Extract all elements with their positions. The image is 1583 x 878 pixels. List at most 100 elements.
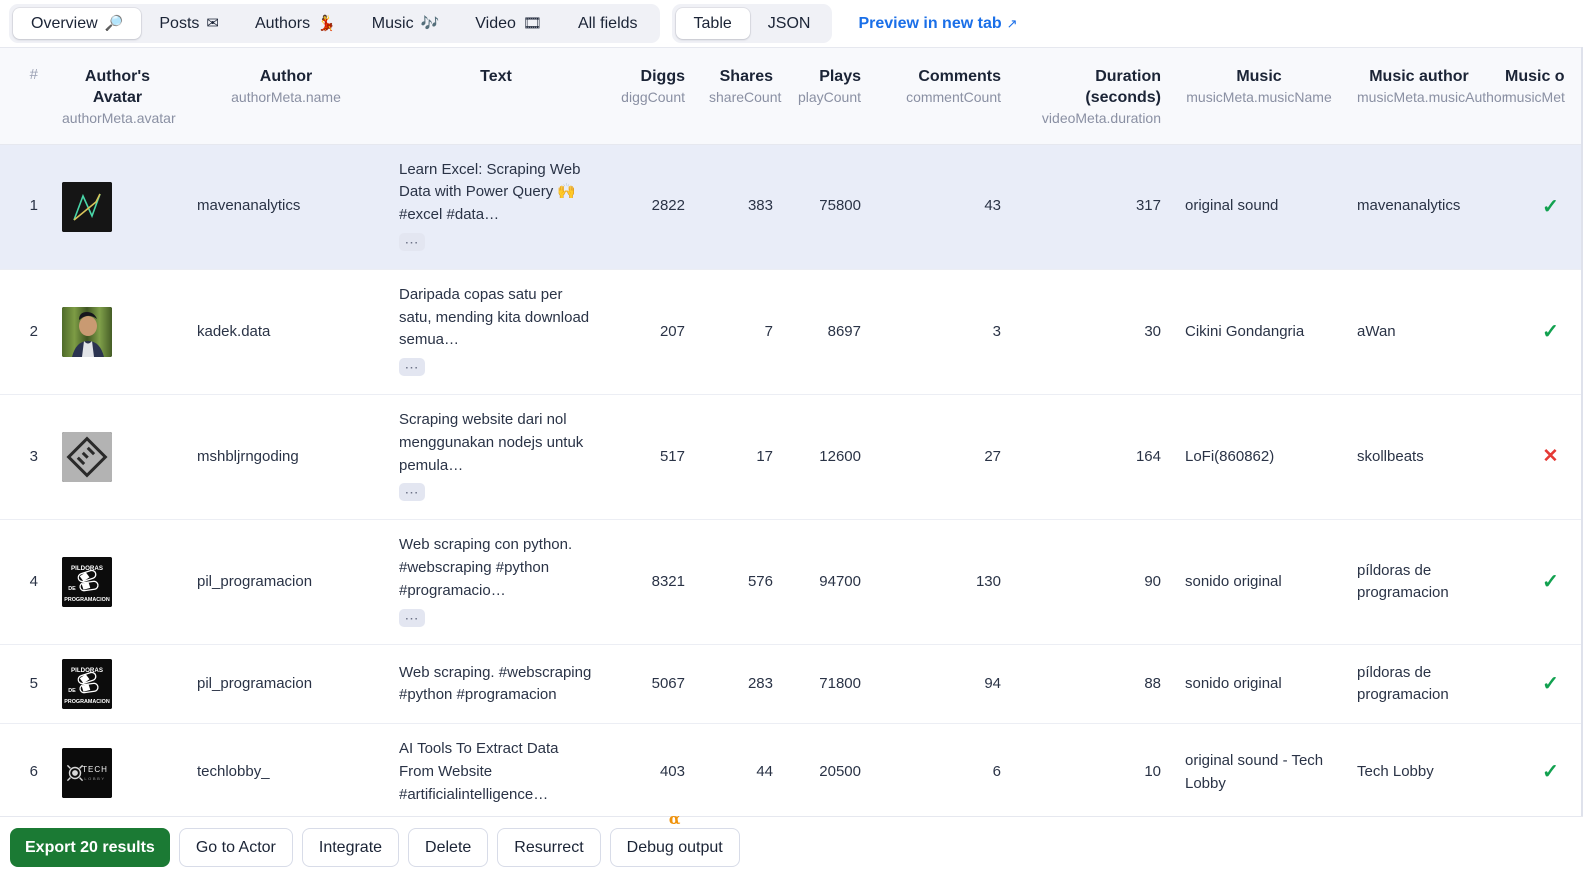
row-index: 3 (0, 394, 50, 521)
author-avatar-cell[interactable] (50, 269, 185, 396)
col-author[interactable]: Author authorMeta.name (185, 48, 387, 145)
expand-text-button[interactable]: ⋯ (399, 483, 425, 502)
svg-text:TECH: TECH (82, 765, 108, 774)
table-row[interactable]: 1 mavenanalytics Learn Excel: Scraping Web… (0, 144, 1583, 270)
tab-all-fields[interactable]: All fields (560, 8, 656, 39)
music-original-cell: ✓ (1493, 644, 1583, 725)
tab-authors[interactable]: Authors 💃 (237, 8, 354, 39)
post-text: Daripada copas satu per satu, mending ki… (399, 285, 590, 349)
music-author-cell: Tech Lobby (1345, 723, 1493, 816)
text-cell: Web scraping. #webscraping #python #prog… (387, 644, 605, 725)
duration-cell: 317 (1013, 144, 1173, 270)
plays-cell: 12600 (785, 394, 873, 521)
pil-programacion-avatar[interactable]: PILDORAS DE PROGRAMACION (62, 557, 112, 608)
results-table: # Author's Avatar authorMeta.avatar Auth… (0, 48, 1583, 816)
author-cell: mavenanalytics (185, 144, 387, 270)
pil-programacion-avatar[interactable]: PILDORAS DE PROGRAMACION (62, 659, 112, 710)
table-row[interactable]: 5 PILDORAS DE PROGRAMACION pil_programacion W… (0, 644, 1583, 725)
music-original-cell: ✓ (1493, 144, 1583, 270)
plays-cell: 94700 (785, 519, 873, 646)
diggs-cell: 207 (605, 269, 697, 396)
author-avatar-cell[interactable] (50, 144, 185, 270)
col-index[interactable]: # (0, 48, 50, 145)
table-row[interactable]: 6 TECH LOBBY techlobby_ AI Tools To Extract … (0, 723, 1583, 816)
music-cell: original sound - Tech Lobby (1173, 723, 1345, 816)
actions-toolbar: Export 20 results Go to Actor Integrate … (0, 812, 1583, 878)
col-music-author[interactable]: Music author musicMeta.musicAuthor (1345, 48, 1506, 145)
tab-music[interactable]: Music 🎶 (354, 8, 457, 39)
col-text[interactable]: Text (387, 48, 605, 145)
col-comments[interactable]: Comments commentCount (873, 48, 1013, 145)
envelope-icon: ✉ (206, 15, 219, 32)
author-cell: kadek.data (185, 269, 387, 396)
post-text: Web scraping con python. #webscraping #p… (399, 536, 573, 599)
music-author-cell: skollbeats (1345, 394, 1493, 521)
music-cell: Cikini Gondangria (1173, 269, 1345, 396)
col-music[interactable]: Music musicMeta.musicName (1173, 48, 1345, 145)
integrate-button[interactable]: Integrate (301, 828, 400, 867)
export-results-button[interactable]: Export 20 results (10, 828, 170, 867)
music-author-cell: píldoras de programacion (1345, 519, 1493, 646)
shares-cell: 576 (697, 519, 785, 646)
music-original-cell: ✓ (1493, 269, 1583, 396)
music-author-cell: píldoras de programacion (1345, 644, 1493, 725)
kadek-data-avatar[interactable] (62, 306, 112, 357)
shares-cell: 7 (697, 269, 785, 396)
plays-cell: 75800 (785, 144, 873, 270)
col-shares[interactable]: Shares shareCount (697, 48, 785, 145)
col-diggs[interactable]: Diggs diggCount (605, 48, 697, 145)
debug-output-label: Debug output (626, 838, 723, 856)
shares-cell: 17 (697, 394, 785, 521)
duration-cell: 10 (1013, 723, 1173, 816)
techlobby-avatar[interactable]: TECH LOBBY (62, 747, 112, 798)
svg-text:DE: DE (68, 586, 76, 592)
col-plays[interactable]: Plays playCount (785, 48, 873, 145)
mavenanalytics-avatar[interactable] (62, 181, 112, 232)
music-original-cell: ✕ (1493, 394, 1583, 521)
row-index: 1 (0, 144, 50, 270)
row-index: 6 (0, 723, 50, 816)
table-header: # Author's Avatar authorMeta.avatar Auth… (0, 48, 1583, 145)
results-table-scroll-area[interactable]: # Author's Avatar authorMeta.avatar Auth… (0, 47, 1583, 816)
table-row[interactable]: 2 kadek.data Daripada copas satu per satu,… (0, 269, 1583, 396)
author-avatar-cell[interactable]: PILDORAS DE PROGRAMACION (50, 519, 185, 646)
preview-in-new-tab-link[interactable]: Preview in new tab ↗ (858, 15, 1017, 33)
tab-json[interactable]: JSON (750, 8, 829, 39)
dancer-icon: 💃 (317, 15, 336, 32)
film-strip-icon: 🎞 (522, 15, 542, 32)
author-avatar-cell[interactable]: TECH LOBBY (50, 723, 185, 816)
shares-cell: 283 (697, 644, 785, 725)
text-cell: AI Tools To Extract Data From Website #a… (387, 723, 605, 816)
text-cell: Scraping website dari nol menggunakan no… (387, 394, 605, 521)
delete-button[interactable]: Delete (408, 828, 489, 867)
col-authors-avatar[interactable]: Author's Avatar authorMeta.avatar (50, 48, 185, 145)
col-music-original[interactable]: Music o musicMet (1493, 48, 1583, 145)
plays-cell: 20500 (785, 723, 873, 816)
expand-text-button[interactable]: ⋯ (399, 233, 425, 252)
expand-text-button[interactable]: ⋯ (399, 358, 425, 377)
resurrect-label: Resurrect (514, 838, 584, 856)
resurrect-button[interactable]: Resurrect (497, 828, 601, 867)
expand-text-button[interactable]: ⋯ (399, 608, 425, 627)
shares-cell: 44 (697, 723, 785, 816)
diggs-cell: 5067 (605, 644, 697, 725)
author-avatar-cell[interactable]: PILDORAS DE PROGRAMACION (50, 644, 185, 725)
tab-posts[interactable]: Posts ✉ (141, 8, 237, 39)
svg-text:PROGRAMACION: PROGRAMACION (64, 597, 110, 603)
table-row[interactable]: 4 PILDORAS DE PROGRAMACION pil_programacion W… (0, 519, 1583, 646)
table-row[interactable]: 3 mshbljrngoding Scraping website dari nol… (0, 394, 1583, 521)
col-duration[interactable]: Duration (seconds) videoMeta.duration (1013, 48, 1173, 145)
author-avatar-cell[interactable] (50, 394, 185, 521)
music-original-cell: ✓ (1493, 519, 1583, 646)
tab-table[interactable]: Table (675, 8, 750, 39)
tab-overview[interactable]: Overview 🔎 (13, 8, 142, 39)
comments-cell: 27 (873, 394, 1013, 521)
music-cell: sonido original (1173, 519, 1345, 646)
debug-output-button[interactable]: Debug output (609, 828, 740, 867)
music-cell: original sound (1173, 144, 1345, 270)
integrate-label: Integrate (318, 838, 383, 856)
mshbljrngoding-avatar[interactable] (62, 432, 112, 483)
tab-video[interactable]: Video 🎞 (457, 8, 560, 39)
go-to-actor-button[interactable]: Go to Actor (178, 828, 293, 867)
check-icon: ✓ (1542, 761, 1559, 784)
